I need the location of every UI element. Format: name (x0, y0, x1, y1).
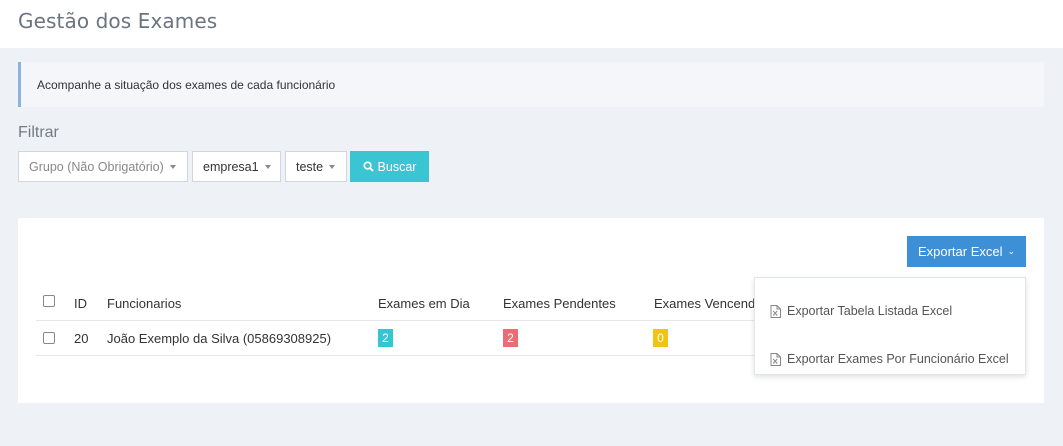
search-button-label: Buscar (377, 159, 417, 174)
search-button[interactable]: Buscar (350, 151, 429, 182)
column-header-funcionarios: Funcionarios (107, 296, 182, 311)
menu-item-export-by-employee[interactable]: Exportar Exames Por Funcionário Excel (770, 352, 1009, 366)
info-note-text: Acompanhe a situação dos exames de cada … (37, 78, 336, 92)
chevron-down-icon: ⌄ (1007, 246, 1016, 256)
caret-down-icon (264, 164, 271, 169)
file-excel-icon (770, 304, 781, 318)
column-header-pendentes: Exames Pendentes (503, 296, 616, 311)
badge-vencendo: 0 (653, 329, 668, 347)
menu-item-label: Exportar Tabela Listada Excel (787, 304, 953, 318)
empresa-select-label: empresa1 (203, 159, 259, 174)
table-row: 20 João Exemplo da Silva (05869308925) 2… (36, 322, 776, 356)
menu-item-export-listed[interactable]: Exportar Tabela Listada Excel (770, 304, 952, 318)
menu-item-label: Exportar Exames Por Funcionário Excel (787, 352, 1009, 366)
filter-label: Filtrar (18, 124, 59, 141)
caret-down-icon (329, 164, 336, 169)
column-header-id: ID (74, 296, 87, 311)
caret-down-icon (169, 164, 176, 169)
export-excel-label: Exportar Excel (917, 244, 1003, 259)
column-header-vencendo: Exames Vencendo (654, 296, 763, 311)
row-id: 20 (74, 331, 89, 346)
row-checkbox[interactable] (43, 332, 55, 344)
select-all-checkbox[interactable] (43, 295, 55, 307)
badge-pendentes: 2 (503, 329, 518, 347)
row-name: João Exemplo da Silva (05869308925) (107, 331, 332, 346)
page-title: Gestão dos Exames (18, 9, 218, 33)
search-icon (363, 161, 374, 172)
table-header: ID Funcionarios Exames em Dia Exames Pen… (36, 283, 776, 321)
empresa-select[interactable]: empresa1 (192, 151, 281, 182)
page-header: Gestão dos Exames (0, 0, 1063, 48)
teste-select[interactable]: teste (285, 151, 347, 182)
export-excel-button[interactable]: Exportar Excel ⌄ (907, 236, 1026, 267)
file-excel-icon (770, 352, 781, 366)
group-select[interactable]: Grupo (Não Obrigatório) (18, 151, 188, 182)
export-dropdown-menu: Exportar Tabela Listada Excel Exportar E… (754, 277, 1026, 375)
info-note: Acompanhe a situação dos exames de cada … (18, 62, 1044, 107)
badge-em-dia: 2 (378, 329, 393, 347)
teste-select-label: teste (296, 159, 324, 174)
column-header-em-dia: Exames em Dia (378, 296, 470, 311)
group-select-label: Grupo (Não Obrigatório) (29, 159, 164, 174)
